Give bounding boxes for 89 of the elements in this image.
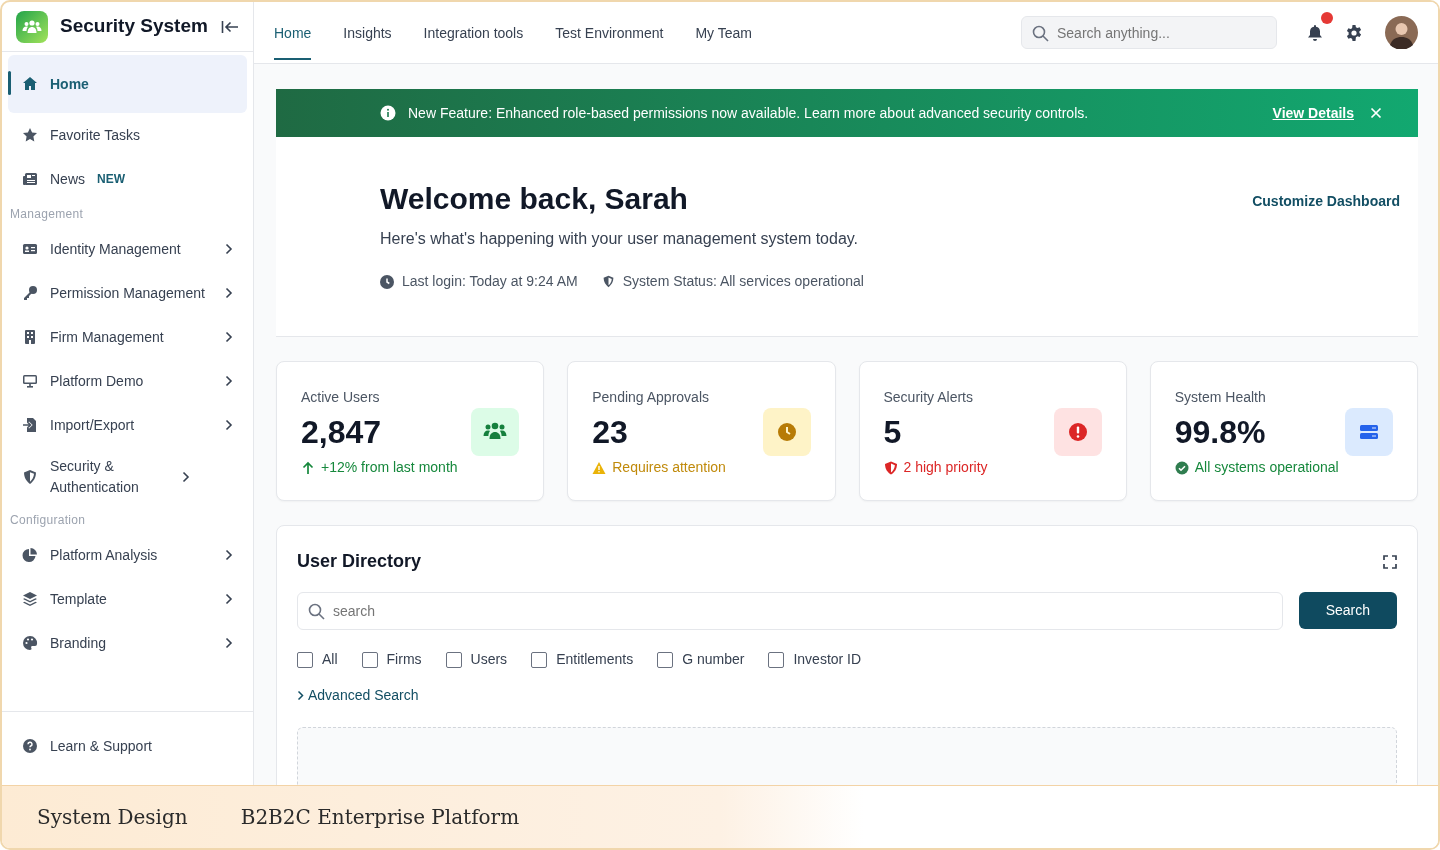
key-icon (22, 285, 38, 301)
checkbox-label: Users (470, 650, 508, 670)
checkbox[interactable] (445, 651, 462, 668)
building-icon (22, 329, 38, 345)
section-title: User Directory (297, 550, 422, 574)
shield-icon (601, 274, 615, 289)
last-login-text: Last login: Today at 9:24 AM (402, 272, 578, 291)
sidebar-item[interactable]: Permission Management (8, 271, 247, 315)
check-circle-icon (1174, 460, 1189, 475)
app-title: Security System (60, 14, 209, 39)
settings-icon[interactable] (1345, 23, 1363, 42)
collapse-sidebar-icon (221, 19, 239, 34)
file-import-icon (22, 417, 38, 433)
nav-tab[interactable]: My Team (695, 5, 752, 60)
banner-message: New Feature: Enhanced role-based permissions now available. Learn more about advanced security controls. (408, 103, 1090, 123)
bell-icon[interactable] (1307, 23, 1323, 42)
checkbox[interactable] (768, 651, 785, 668)
checkbox[interactable] (297, 651, 313, 668)
stat-value: 5 (883, 413, 903, 452)
help-icon (22, 738, 38, 754)
pie-chart-icon (22, 547, 38, 563)
checkbox[interactable] (657, 651, 674, 668)
stat-value: 23 (592, 413, 629, 452)
stat-label: Active Users (301, 388, 381, 407)
stat-note: Requires attention (612, 458, 726, 478)
info-icon (380, 105, 396, 121)
search-field[interactable]: Search anything... (1021, 16, 1277, 49)
shield-icon (22, 469, 38, 485)
stat-note: 2 high priority (903, 458, 988, 478)
shield-icon (883, 460, 898, 475)
stat-label: Security Alerts (883, 388, 974, 407)
caption-title: System Design (37, 804, 188, 831)
sidebar-item[interactable]: Firm Management (8, 315, 247, 359)
close-icon[interactable] (1370, 107, 1382, 119)
clock-icon (380, 274, 394, 289)
sidebar-item[interactable]: Security & Authentication (8, 447, 247, 507)
sidebar-item[interactable]: Home (8, 55, 247, 113)
search-icon (1032, 24, 1049, 42)
home-icon (22, 76, 38, 92)
palette-icon (22, 635, 38, 651)
welcome-subtitle: Here's what's happening with your user management system today. (380, 229, 860, 249)
newspaper-icon (22, 171, 38, 187)
advanced-search-link[interactable]: Advanced Search (297, 685, 419, 707)
sidebar-item[interactable]: Identity Management (8, 227, 247, 271)
help-link[interactable]: Learn & Support (8, 734, 247, 758)
checkbox-label: Entitlements (556, 650, 634, 670)
expand-icon[interactable] (1383, 554, 1397, 569)
checkbox[interactable] (361, 651, 378, 668)
search-button[interactable]: Search (1298, 592, 1397, 630)
nav-tab[interactable]: Integration tools (423, 5, 524, 60)
checkbox-label: G number (682, 650, 745, 670)
stat-note: All systems operational (1194, 458, 1339, 478)
section-heading: Management (9, 206, 85, 223)
logo-icon (16, 10, 48, 43)
arrow-up-icon (301, 460, 315, 475)
stat-value: 2,847 (301, 413, 383, 452)
stat-label: Pending Approvals (592, 388, 710, 407)
new-label: NEW (97, 171, 125, 188)
search-field[interactable]: search (297, 592, 1283, 631)
checkbox-label: Investor ID (793, 650, 862, 670)
nav-tab[interactable]: Insights (343, 5, 392, 60)
star-icon (22, 127, 38, 143)
stat-value: 99.8% (1174, 413, 1267, 452)
id-card-icon (22, 241, 38, 257)
sidebar-item[interactable]: Favorite Tasks (8, 113, 247, 157)
sidebar-item[interactable]: Import/Export (8, 403, 247, 447)
customize-dashboard-link[interactable]: Customize Dashboard (1252, 191, 1400, 292)
sidebar-item[interactable]: Platform Demo (8, 359, 247, 403)
section-heading: Configuration (9, 512, 87, 529)
sidebar-item[interactable]: Branding (8, 621, 247, 665)
sidebar-item[interactable]: Platform Analysis (8, 533, 247, 577)
checkbox[interactable] (531, 651, 548, 668)
nav-tab[interactable]: Test Environment (555, 5, 664, 60)
checkbox-label: Firms (386, 650, 422, 670)
monitor-icon (22, 373, 38, 389)
stat-label: System Health (1174, 388, 1267, 407)
warning-icon (592, 460, 607, 475)
stat-note: +12% from last month (321, 458, 458, 478)
system-status-text: System Status: All services operational (622, 272, 864, 291)
checkbox-label: All (322, 650, 338, 670)
caption-subtitle: B2B2C Enterprise Platform (240, 804, 520, 831)
layers-icon (22, 591, 38, 607)
chevron-right-icon (297, 690, 304, 702)
search-icon (308, 603, 325, 621)
avatar[interactable] (1385, 16, 1418, 49)
welcome-heading: Welcome back, Sarah (380, 181, 689, 217)
sidebar-item[interactable]: News NEW (8, 157, 247, 201)
sidebar-item[interactable]: Template (8, 577, 247, 621)
nav-tab[interactable]: Home (274, 5, 312, 60)
